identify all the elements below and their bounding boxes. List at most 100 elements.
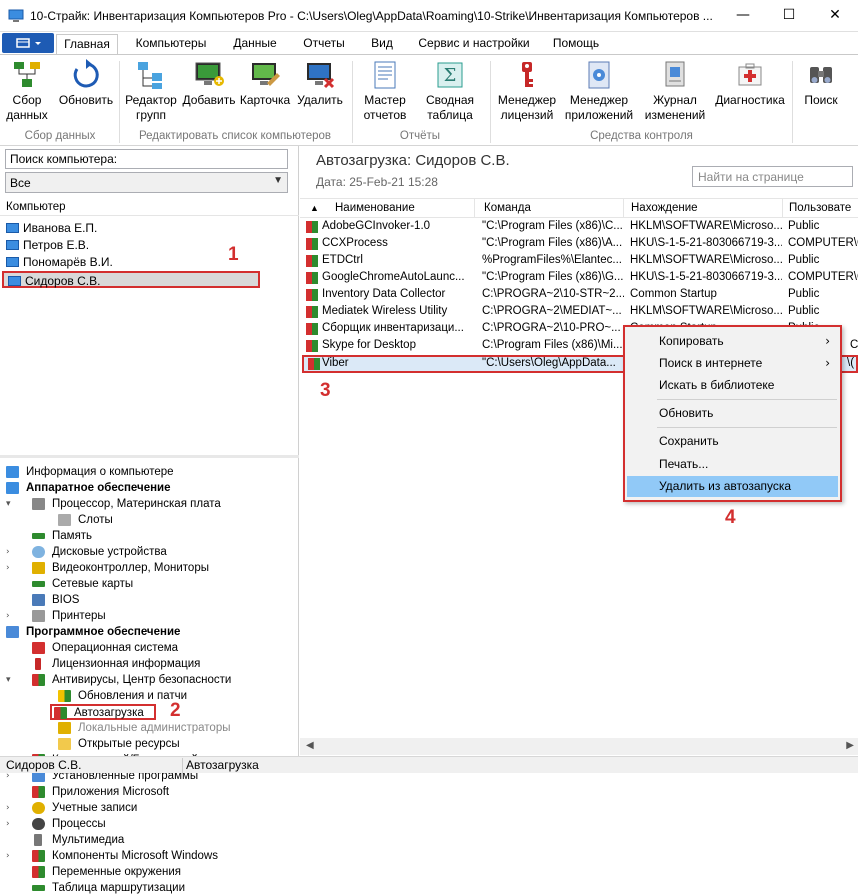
tab-help[interactable]: Помощь [544, 34, 608, 54]
column-divider[interactable] [623, 199, 624, 218]
pivot-table-button[interactable]: Σ Сводная таблица [421, 59, 479, 123]
delete-computer-button[interactable]: Удалить [293, 59, 347, 108]
context-menu: Копировать › Поиск в интернете › Искать в … [623, 325, 842, 502]
tree-label: Аппаратное обеспечение [26, 482, 171, 494]
column-header-location[interactable]: Нахождение [631, 202, 698, 214]
scroll-left-icon[interactable]: ◀ [306, 740, 314, 751]
collect-data-button[interactable]: Сбор данных [4, 59, 50, 123]
menu-separator [657, 399, 837, 400]
cell-command: %ProgramFiles%\Elantec... [482, 254, 622, 266]
menu-item-save[interactable]: Сохранить [627, 431, 838, 452]
app-icon [308, 358, 320, 370]
table-row[interactable]: AdobeGCInvoker-1.0 "C:\Program Files (x86… [302, 219, 858, 236]
diagnostics-button[interactable]: Диагностика [712, 59, 788, 108]
app-icon [8, 9, 24, 22]
minimize-button[interactable]: — [720, 0, 766, 30]
report-wizard-button[interactable]: Мастер отчетов [357, 59, 413, 123]
group-filter-select[interactable]: Все ▼ [5, 172, 288, 193]
tree-label: Приложения Microsoft [52, 786, 170, 798]
close-button[interactable]: ✕ [812, 0, 858, 30]
table-row[interactable]: CCXProcess "C:\Program Files (x86)\A... HK… [302, 236, 858, 253]
column-header-user[interactable]: Пользовате [789, 202, 851, 214]
tab-service-settings[interactable]: Сервис и настройки [410, 34, 538, 54]
tree-label: Память [52, 530, 93, 542]
search-label: Поиск [804, 93, 838, 107]
tab-home[interactable]: Главная [56, 34, 118, 55]
chevron-right-icon[interactable]: › [6, 800, 10, 816]
status-bar: Сидоров С.В. Автозагрузка [0, 756, 858, 773]
group-editor-button[interactable]: Редактор групп [122, 59, 180, 123]
folder-icon [58, 738, 71, 750]
menu-item-label: Удалить из автозапуска [659, 479, 792, 493]
computer-list-header[interactable]: Компьютер [0, 196, 299, 216]
tree-label: Сетевые карты [52, 578, 134, 590]
tree-label: Дисковые устройства [52, 546, 167, 558]
speaker-icon [34, 834, 42, 846]
ribbon-separator [119, 61, 120, 143]
card-button[interactable]: Карточка [237, 59, 293, 108]
table-row[interactable]: GoogleChromeAutoLaunc... "C:\Program File… [302, 270, 858, 287]
chevron-right-icon[interactable]: › [6, 560, 10, 576]
column-header-command[interactable]: Команда [484, 202, 531, 214]
license-manager-button[interactable]: Менеджер лицензий [495, 59, 559, 123]
column-header-name[interactable]: Наименование [335, 202, 415, 214]
tree-label: Видеоконтроллер, Мониторы [52, 562, 209, 574]
windows-icon [54, 707, 67, 719]
cell-user: Public [788, 220, 820, 232]
chevron-right-icon[interactable]: › [6, 816, 10, 832]
cell-name: ETDCtrl [322, 254, 363, 266]
menu-item-copy[interactable]: Копировать › [627, 331, 838, 352]
chevron-down-icon[interactable]: ▾ [6, 496, 11, 512]
column-divider[interactable] [782, 199, 783, 218]
cell-command: "C:\Program Files (x86)\A... [482, 237, 623, 249]
add-computer-button[interactable]: Добавить [181, 59, 237, 108]
computer-item[interactable]: Петров Е.В. [2, 237, 260, 254]
find-on-page-input[interactable]: Найти на странице [692, 166, 853, 187]
chevron-down-icon[interactable]: ▾ [6, 672, 11, 688]
chevron-right-icon[interactable]: › [6, 608, 10, 624]
menu-item-web-search[interactable]: Поиск в интернете › [627, 353, 838, 374]
menu-item-refresh[interactable]: Обновить [627, 403, 838, 424]
tree-item-autostart[interactable]: Автозагрузка [50, 704, 156, 720]
shield-icon [32, 674, 45, 686]
column-divider[interactable] [474, 199, 475, 218]
change-log-button[interactable]: Журнал изменений [643, 59, 707, 123]
menu-item-remove-autostart[interactable]: Удалить из автозапуска [627, 476, 838, 497]
app-icon [306, 323, 318, 335]
table-row[interactable]: Mediatek Wireless Utility C:\PROGRA~2\MED… [302, 304, 858, 321]
tab-data[interactable]: Данные [224, 34, 286, 54]
computer-item[interactable]: Пономарёв В.И. [2, 254, 260, 271]
tab-view[interactable]: Вид [362, 34, 402, 54]
cell-location: HKLM\SOFTWARE\Microso... [630, 305, 782, 317]
tree-label: Мультимедиа [52, 834, 125, 846]
report-date: Дата: 25-Feb-21 15:28 [316, 175, 438, 189]
cell-location: HKU\S-1-5-21-803066719-3... [630, 237, 782, 249]
search-button[interactable]: Поиск [797, 59, 845, 108]
menu-item-print[interactable]: Печать... [627, 454, 838, 475]
monitor-icon [6, 257, 19, 267]
computer-item[interactable]: Иванова Е.П. [2, 220, 260, 237]
maximize-button[interactable]: ☐ [766, 0, 812, 30]
pane-splitter[interactable] [0, 455, 299, 458]
menu-item-library-search[interactable]: Искать в библиотеке [627, 375, 838, 396]
group-editor-icon [138, 62, 162, 89]
app-manager-button[interactable]: Менеджер приложений [563, 59, 635, 123]
monitor-icon [6, 466, 19, 478]
license-manager-label-2: лицензий [500, 108, 554, 122]
tab-computers[interactable]: Компьютеры [124, 34, 218, 54]
tree-label: Операционная система [52, 642, 179, 654]
file-menu-button[interactable] [2, 33, 54, 53]
report-wizard-label-2: отчетов [363, 108, 407, 122]
tab-reports[interactable]: Отчеты [293, 34, 355, 54]
computer-item-selected[interactable]: Сидоров С.В. [2, 271, 260, 288]
table-row[interactable]: ETDCtrl %ProgramFiles%\Elantec... HKLM\SOF… [302, 253, 858, 270]
refresh-button[interactable]: Обновить [56, 59, 116, 108]
horizontal-scrollbar[interactable]: ◀ ▶ [300, 738, 858, 755]
chevron-right-icon[interactable]: › [6, 848, 10, 864]
chevron-right-icon[interactable]: › [6, 544, 10, 560]
status-section: Автозагрузка [186, 758, 259, 772]
table-row[interactable]: Inventory Data Collector C:\PROGRA~2\10-S… [302, 287, 858, 304]
annotation-1: 1 [228, 244, 239, 265]
scroll-right-icon[interactable]: ▶ [846, 740, 854, 751]
computer-search-input[interactable]: Поиск компьютера: [5, 149, 288, 169]
